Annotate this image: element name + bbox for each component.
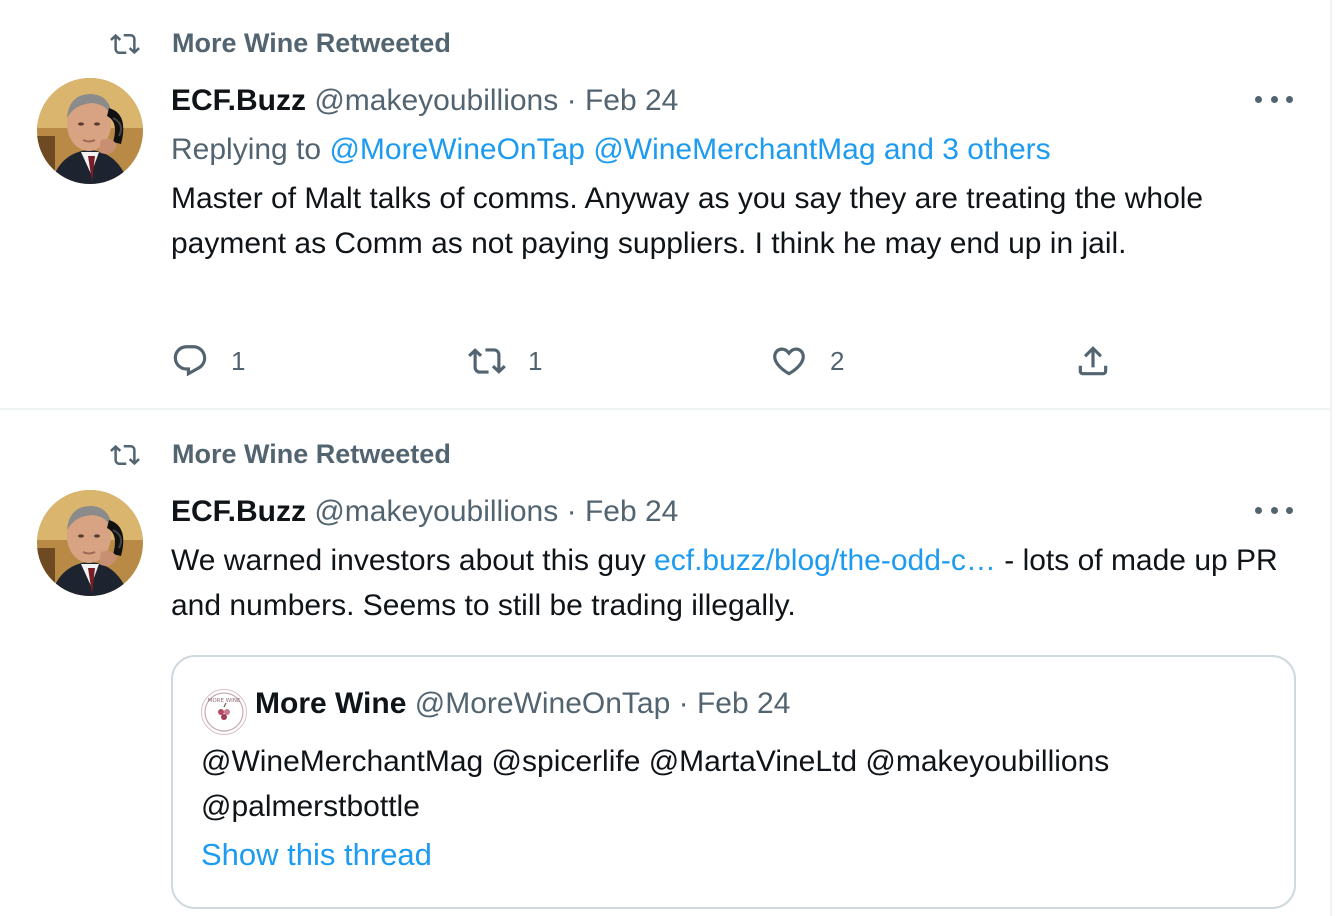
retweet-context: More Wine Retweeted — [106, 28, 451, 59]
separator-dot: · — [566, 84, 577, 117]
retweet-button[interactable]: 1 — [468, 342, 542, 380]
heart-icon — [770, 342, 808, 380]
share-icon — [1074, 342, 1112, 380]
retweeted-by-label[interactable]: More Wine Retweeted — [172, 28, 451, 59]
tweet[interactable]: More Wine Retweeted ECF.Buzz @makeyoubil… — [0, 0, 1330, 410]
tweet-date[interactable]: Feb 24 — [585, 495, 678, 528]
author-name[interactable]: ECF.Buzz — [171, 84, 306, 117]
more-wine-logo-text: MORE WINE — [208, 698, 241, 704]
reply-icon — [171, 342, 209, 380]
tweet-header: ECF.Buzz @makeyoubillions · Feb 24 — [171, 495, 678, 529]
avatar[interactable] — [37, 490, 143, 596]
tweet-date[interactable]: Feb 24 — [585, 84, 678, 117]
quoted-text: @WineMerchantMag @spicerlife @MartaVineL… — [201, 745, 1110, 823]
retweet-count: 1 — [528, 345, 543, 376]
replying-to-links[interactable]: @MoreWineOnTap @WineMerchantMag and 3 ot… — [329, 133, 1050, 166]
timeline-right-border — [1330, 0, 1332, 916]
blog-link[interactable]: ecf.buzz/blog/the-odd-c… — [654, 544, 996, 577]
replying-to-prefix: Replying to — [171, 133, 322, 166]
author-handle[interactable]: @makeyoubillions — [314, 495, 558, 528]
quoted-author-handle[interactable]: @MoreWineOnTap — [415, 687, 671, 720]
author-name[interactable]: ECF.Buzz — [171, 495, 306, 528]
quoted-header: More Wine @MoreWineOnTap · Feb 24 — [255, 687, 790, 721]
retweet-icon — [106, 440, 144, 470]
tweet[interactable]: More Wine Retweeted ECF.Buzz @makeyoubil… — [0, 410, 1330, 916]
show-thread-link[interactable]: Show this thread — [201, 837, 432, 873]
tweet-text: Master of Malt talks of comms. Anyway as… — [171, 182, 1204, 260]
more-options-icon[interactable] — [1255, 96, 1293, 106]
quoted-avatar[interactable]: MORE WINE — [201, 689, 247, 735]
like-count: 2 — [830, 345, 845, 376]
tweet-text-start: We warned investors about this guy — [171, 544, 655, 577]
quoted-tweet[interactable]: MORE WINE More Wine @MoreWineOnTap · Feb… — [171, 655, 1296, 909]
reply-button[interactable]: 1 — [171, 342, 245, 380]
retweet-context: More Wine Retweeted — [106, 439, 451, 470]
like-button[interactable]: 2 — [770, 342, 844, 380]
tweet-header: ECF.Buzz @makeyoubillions · Feb 24 — [171, 84, 678, 118]
retweet-icon — [468, 342, 506, 380]
quoted-date[interactable]: Feb 24 — [697, 687, 790, 720]
replying-to: Replying to @MoreWineOnTap @WineMerchant… — [171, 133, 1051, 167]
reply-count: 1 — [231, 345, 246, 376]
share-button[interactable] — [1074, 342, 1112, 380]
tweet-text: We warned investors about this guy ecf.b… — [171, 538, 1281, 628]
retweet-icon — [106, 29, 144, 59]
separator-dot: · — [566, 495, 577, 528]
avatar[interactable] — [37, 78, 143, 184]
more-options-icon[interactable] — [1255, 507, 1293, 517]
author-handle[interactable]: @makeyoubillions — [314, 84, 558, 117]
retweeted-by-label[interactable]: More Wine Retweeted — [172, 439, 451, 470]
quoted-author-name[interactable]: More Wine — [255, 687, 406, 720]
separator-dot: · — [678, 687, 689, 720]
